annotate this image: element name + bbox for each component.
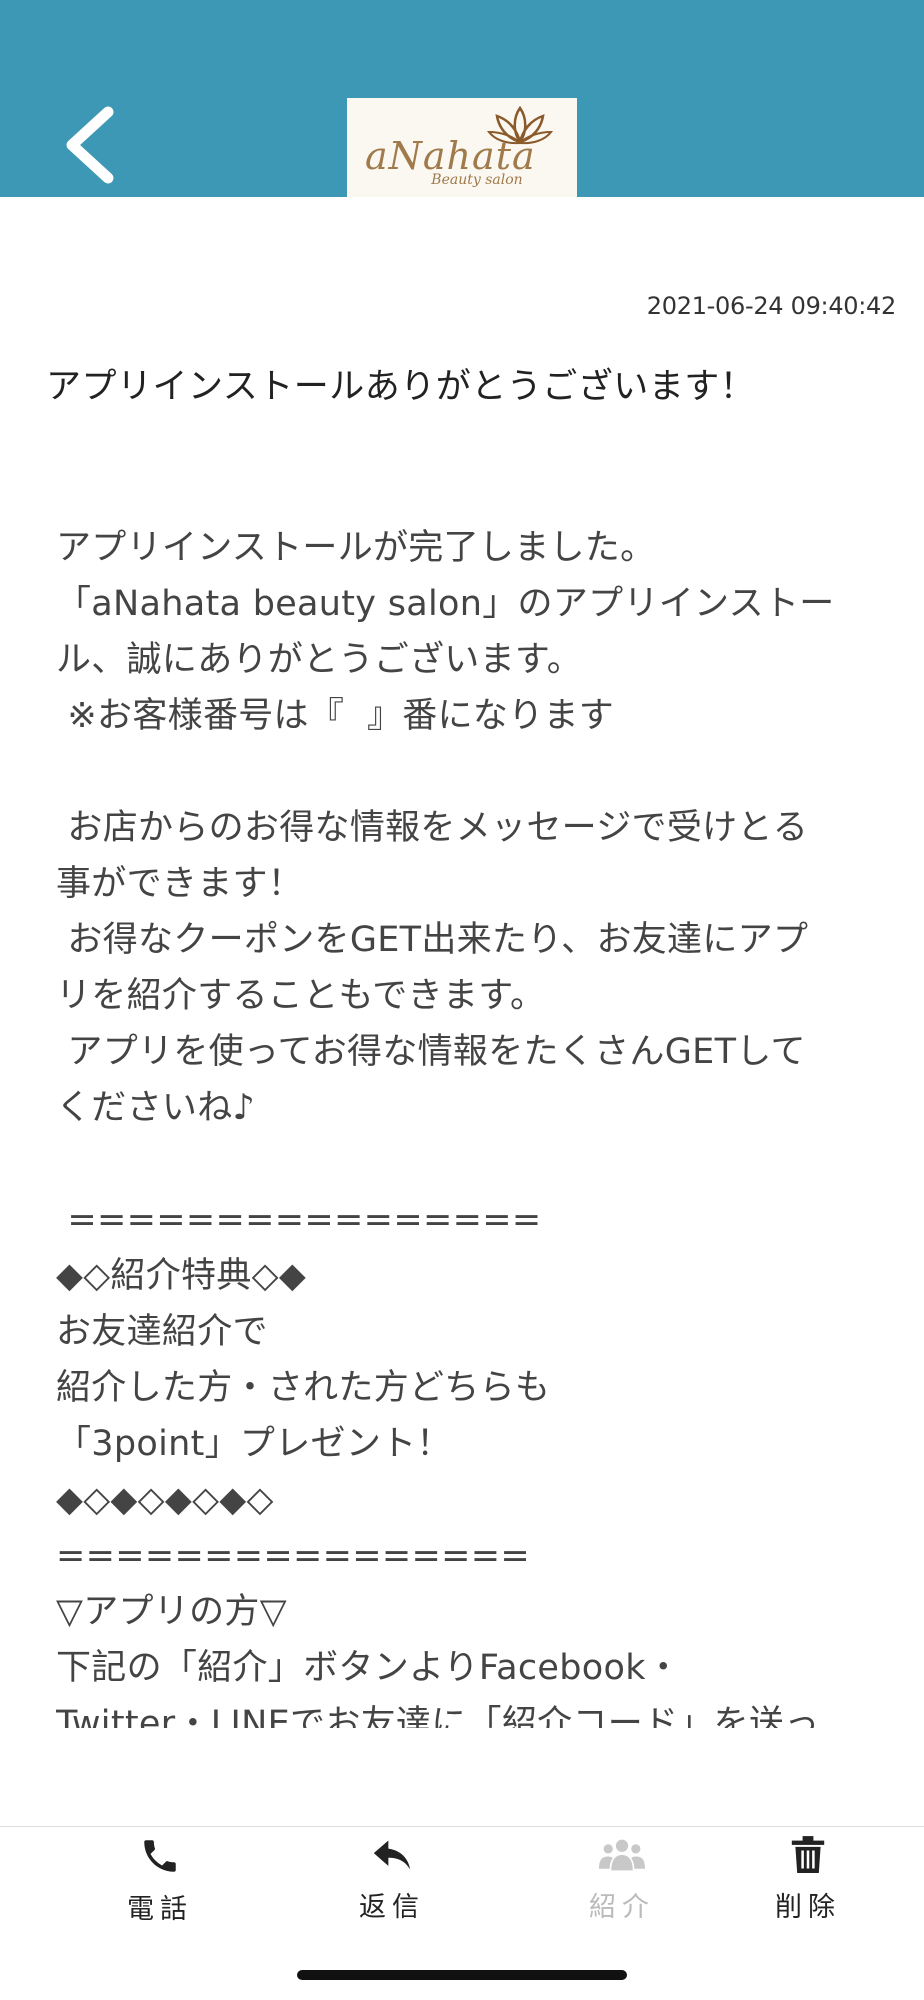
salon-logo: aNahata Beauty salon (347, 98, 577, 197)
delete-label: 削除 (775, 1892, 841, 1923)
message-body: アプリインストールが完了しました。 「aNahata beauty salon」… (56, 520, 876, 1728)
body-line: ================ (56, 1200, 542, 1240)
refer-button[interactable]: 紹介 (552, 1835, 692, 1945)
bottom-tab-bar: 電話 返信 紹介 削除 (0, 1827, 924, 1947)
home-indicator[interactable] (297, 1970, 627, 1980)
back-button[interactable] (58, 100, 138, 200)
users-group-icon (599, 1839, 645, 1871)
body-line: くださいね♪ (56, 1088, 256, 1128)
logo-subtext: Beauty salon (431, 172, 523, 188)
body-line: アプリを使ってお得な情報をたくさんGETして (56, 1032, 806, 1072)
app-header: aNahata Beauty salon (0, 0, 924, 197)
refer-label: 紹介 (589, 1892, 655, 1923)
body-line (56, 1136, 876, 1192)
phone-icon (144, 1840, 176, 1872)
call-button[interactable]: 電話 (90, 1835, 230, 1945)
body-line: ◆◇紹介特典◇◆ (56, 1256, 307, 1296)
body-line: アプリインストールが完了しました。 (56, 528, 656, 568)
chevron-left-icon (66, 106, 114, 184)
body-line: リを紹介することもできます。 (56, 976, 546, 1016)
call-label: 電話 (127, 1894, 193, 1925)
body-line: ================ (56, 1536, 531, 1576)
body-line: 下記の「紹介」ボタンよりFacebook・ (56, 1648, 682, 1688)
body-line: お店からのお得な情報をメッセージで受けとる (56, 808, 809, 848)
message-title: アプリインストールありがとうございます！ (46, 367, 756, 407)
body-line: 紹介した方・された方どちらも (56, 1368, 551, 1408)
body-line: 「aNahata beauty salon」のアプリインストー (56, 584, 835, 624)
trash-icon (791, 1836, 825, 1873)
reply-icon (373, 1840, 411, 1870)
body-line: ※お客様番号は『 』番になります (56, 696, 615, 736)
body-line: お得なクーポンをGET出来たり、お友達にアプ (56, 920, 809, 960)
reply-label: 返信 (359, 1892, 425, 1923)
body-line: Twitter・LINEでお友達に「紹介コード」を送っ (56, 1704, 820, 1728)
body-line: ◆◇◆◇◆◇◆◇ (56, 1480, 274, 1520)
body-line: 「3point」プレゼント！ (56, 1424, 452, 1464)
message-timestamp: 2021-06-24 09:40:42 (646, 292, 897, 320)
body-line: 事ができます！ (56, 864, 304, 904)
body-line: ル、誠にありがとうございます。 (56, 640, 583, 680)
reply-button[interactable]: 返信 (322, 1835, 462, 1945)
body-line: お友達紹介で (56, 1312, 268, 1352)
body-line (56, 744, 876, 800)
delete-button[interactable]: 削除 (738, 1835, 878, 1945)
body-line: ▽アプリの方▽ (56, 1592, 287, 1632)
